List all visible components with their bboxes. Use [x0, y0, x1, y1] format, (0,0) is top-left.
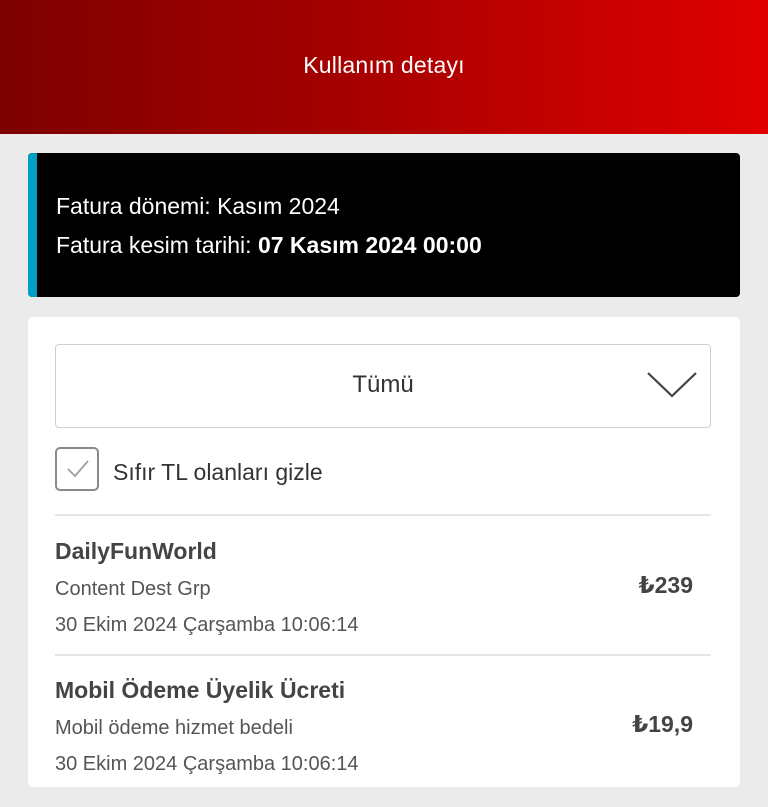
- hide-zero-label: Sıfır TL olanları gizle: [113, 459, 323, 485]
- hide-zero-row[interactable]: Sıfır TL olanları gizle: [55, 447, 555, 495]
- transaction-amount: ₺239: [638, 572, 693, 598]
- billing-period-line: Fatura dönemi: Kasım 2024: [56, 193, 340, 220]
- billing-period-value: Kasım 2024: [217, 193, 340, 219]
- banner-accent-bar: [28, 153, 37, 297]
- filter-selected-value: Tümü: [352, 371, 414, 398]
- transaction-date: 30 Ekim 2024 Çarşamba 10:06:14: [55, 753, 359, 775]
- billing-cut-date-line: Fatura kesim tarihi: 07 Kasım 2024 00:00: [56, 232, 482, 259]
- filter-dropdown[interactable]: Tümü: [55, 344, 711, 428]
- page-title: Kullanım detayı: [303, 51, 465, 78]
- billing-period-label: Fatura dönemi:: [56, 193, 211, 219]
- transaction-amount: ₺19,9: [632, 711, 693, 737]
- transaction-item[interactable]: Mobil Ödeme Üyelik Ücreti Mobil ödeme hi…: [55, 677, 711, 807]
- usage-card: Tümü Sıfır TL olanları gizle DailyFunWor…: [28, 317, 740, 787]
- divider: [55, 514, 711, 516]
- divider: [55, 654, 711, 656]
- billing-cut-date-label: Fatura kesim tarihi:: [56, 232, 252, 258]
- transaction-date: 30 Ekim 2024 Çarşamba 10:06:14: [55, 614, 359, 636]
- transaction-title: DailyFunWorld: [55, 538, 217, 564]
- transaction-title: Mobil Ödeme Üyelik Ücreti: [55, 677, 346, 703]
- billing-period-banner: [28, 153, 740, 297]
- hide-zero-checkbox[interactable]: [55, 447, 99, 491]
- billing-cut-date-value: 07 Kasım 2024 00:00: [257, 232, 482, 258]
- checkmark-icon: [67, 460, 89, 478]
- app-header: Kullanım detayı: [0, 0, 768, 134]
- chevron-down-icon: [647, 372, 697, 398]
- transaction-subtitle: Mobil ödeme hizmet bedeli: [55, 717, 293, 739]
- transaction-item[interactable]: DailyFunWorld Content Dest Grp 30 Ekim 2…: [55, 538, 711, 668]
- transaction-subtitle: Content Dest Grp: [55, 578, 211, 600]
